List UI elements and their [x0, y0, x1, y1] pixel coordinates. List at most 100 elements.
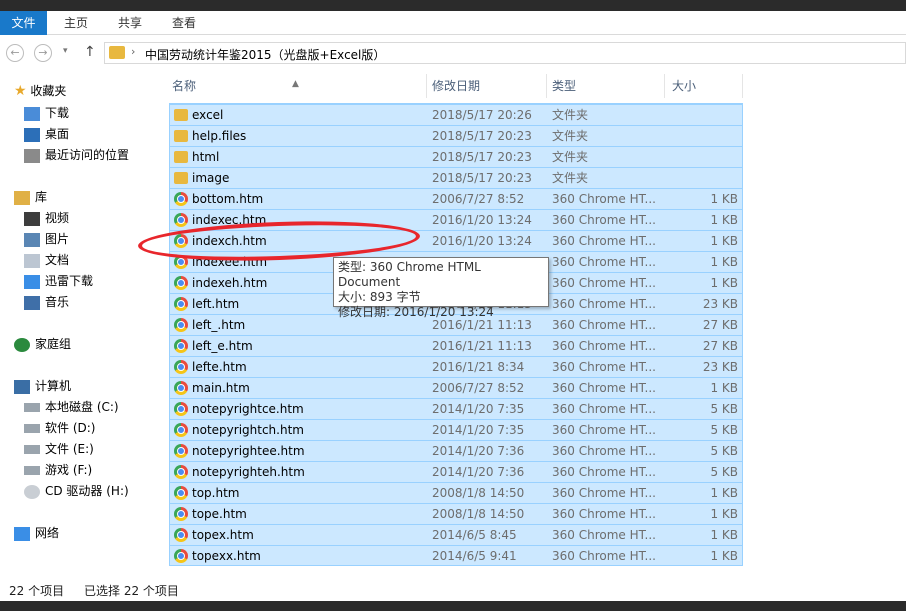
- file-name: tope.htm: [192, 507, 247, 521]
- nav-network-label: 网络: [35, 526, 60, 540]
- column-header-date[interactable]: 修改日期: [428, 72, 546, 100]
- file-name: excel: [192, 108, 224, 122]
- nav-drive-c[interactable]: 本地磁盘 (C:): [24, 397, 119, 418]
- file-date: 2018/5/17 20:23: [432, 150, 532, 164]
- file-size: [664, 147, 738, 167]
- file-row[interactable]: notepyrighteh.htm 2014/1/20 7:36 360 Chrom…: [170, 461, 742, 482]
- file-row[interactable]: left_e.htm 2016/1/21 11:13 360 Chrome HT..…: [170, 335, 742, 356]
- file-row[interactable]: bottom.htm 2006/7/27 8:52 360 Chrome HT...…: [170, 188, 742, 209]
- column-divider[interactable]: [742, 74, 743, 98]
- nav-drive-e-label: 文件 (E:): [45, 442, 94, 456]
- file-type: 360 Chrome HT...: [552, 339, 656, 353]
- nav-homegroup[interactable]: 家庭组: [14, 334, 71, 355]
- nav-drive-d[interactable]: 软件 (D:): [24, 418, 95, 439]
- address-bar[interactable]: › 中国劳动统计年鉴2015（光盘版+Excel版）: [104, 42, 906, 64]
- music-icon: [24, 295, 40, 310]
- file-row[interactable]: tope.htm 2008/1/8 14:50 360 Chrome HT... 1 …: [170, 503, 742, 524]
- file-size: 5 KB: [710, 444, 738, 458]
- file-name: notepyrightce.htm: [192, 402, 304, 416]
- breadcrumb-chevron-icon[interactable]: ›: [131, 45, 135, 58]
- tab-file[interactable]: 文件: [0, 11, 47, 35]
- selected-count: 已选择 22 个项目: [84, 584, 179, 598]
- tab-view[interactable]: 查看: [160, 11, 208, 35]
- file-size: 23 KB: [702, 297, 738, 311]
- nav-network[interactable]: 网络: [14, 523, 59, 544]
- file-date: 2014/1/20 7:36: [432, 444, 525, 458]
- file-size: [664, 126, 738, 146]
- file-name: help.files: [192, 129, 247, 143]
- chrome-html-icon: [174, 318, 188, 332]
- file-row[interactable]: image 2018/5/17 20:23 文件夹: [170, 167, 742, 188]
- file-size: 27 KB: [702, 318, 738, 332]
- column-header-name-label: 名称: [172, 79, 197, 93]
- file-size: 1 KB: [710, 381, 738, 395]
- drive-icon: [24, 445, 40, 454]
- file-size: 1 KB: [710, 507, 738, 521]
- chrome-html-icon: [174, 402, 188, 416]
- nav-music[interactable]: 音乐: [24, 292, 69, 313]
- chrome-html-icon: [174, 192, 188, 206]
- nav-drive-f[interactable]: 游戏 (F:): [24, 460, 92, 481]
- desktop-icon: [24, 127, 40, 142]
- document-icon: [24, 253, 40, 268]
- nav-favorites[interactable]: ★ 收藏夹: [14, 81, 66, 102]
- column-header-type[interactable]: 类型: [548, 72, 664, 100]
- file-date: 2014/1/20 7:35: [432, 423, 525, 437]
- forward-button[interactable]: →: [34, 44, 52, 62]
- chrome-html-icon: [174, 213, 188, 227]
- nav-desktop[interactable]: 桌面: [24, 124, 69, 145]
- breadcrumb-path[interactable]: 中国劳动统计年鉴2015（光盘版+Excel版）: [145, 46, 385, 63]
- file-type: 文件夹: [552, 129, 589, 143]
- file-row[interactable]: notepyrightch.htm 2014/1/20 7:35 360 Chrom…: [170, 419, 742, 440]
- taskbar-strip: [0, 601, 906, 611]
- chrome-html-icon: [174, 297, 188, 311]
- file-row[interactable]: topexx.htm 2014/6/5 9:41 360 Chrome HT... 1…: [170, 545, 742, 566]
- column-divider[interactable]: [426, 74, 427, 98]
- file-row[interactable]: notepyrightce.htm 2014/1/20 7:35 360 Chrom…: [170, 398, 742, 419]
- file-row[interactable]: main.htm 2006/7/27 8:52 360 Chrome HT... 1 …: [170, 377, 742, 398]
- nav-drive-h[interactable]: CD 驱动器 (H:): [24, 481, 129, 502]
- up-arrow-icon[interactable]: ↑: [84, 44, 96, 60]
- file-size: [664, 105, 738, 125]
- file-date: 2018/5/17 20:26: [432, 108, 532, 122]
- file-date: 2008/1/8 14:50: [432, 486, 525, 500]
- file-row[interactable]: help.files 2018/5/17 20:23 文件夹: [170, 125, 742, 146]
- file-type: 360 Chrome HT...: [552, 255, 656, 269]
- nav-libraries[interactable]: 库: [14, 187, 47, 208]
- nav-libraries-label: 库: [35, 190, 48, 204]
- column-divider[interactable]: [546, 74, 547, 98]
- file-date: 2016/1/21 8:34: [432, 360, 525, 374]
- column-divider[interactable]: [664, 74, 665, 98]
- column-header-size[interactable]: 大小: [668, 72, 742, 100]
- chrome-html-icon: [174, 465, 188, 479]
- file-row[interactable]: lefte.htm 2016/1/21 8:34 360 Chrome HT... 2…: [170, 356, 742, 377]
- file-name: notepyrightch.htm: [192, 423, 304, 437]
- tab-share[interactable]: 共享: [106, 11, 154, 35]
- folder-icon: [174, 172, 188, 184]
- file-size: 5 KB: [710, 465, 738, 479]
- file-size: 27 KB: [702, 339, 738, 353]
- tooltip-size: 大小: 893 字节: [338, 290, 421, 304]
- chrome-html-icon: [174, 549, 188, 563]
- file-type: 360 Chrome HT...: [552, 507, 656, 521]
- nav-documents[interactable]: 文档: [24, 250, 69, 271]
- nav-drive-e[interactable]: 文件 (E:): [24, 439, 94, 460]
- recent-locations-chevron-icon[interactable]: ▾: [63, 46, 68, 56]
- file-row[interactable]: notepyrightee.htm 2014/1/20 7:36 360 Chrom…: [170, 440, 742, 461]
- column-header-name[interactable]: 名称 ▲: [168, 72, 426, 100]
- nav-pictures[interactable]: 图片: [24, 229, 69, 250]
- nav-xunlei[interactable]: 迅雷下载: [24, 271, 93, 292]
- back-button[interactable]: ←: [6, 44, 24, 62]
- file-row[interactable]: top.htm 2008/1/8 14:50 360 Chrome HT... 1 K…: [170, 482, 742, 503]
- file-row[interactable]: topex.htm 2014/6/5 8:45 360 Chrome HT... 1 …: [170, 524, 742, 545]
- tab-home[interactable]: 主页: [52, 11, 100, 35]
- nav-recent[interactable]: 最近访问的位置: [24, 145, 129, 166]
- nav-computer[interactable]: 计算机: [14, 376, 71, 397]
- nav-videos[interactable]: 视频: [24, 208, 69, 229]
- file-date: 2008/1/8 14:50: [432, 507, 525, 521]
- file-name: notepyrightee.htm: [192, 444, 305, 458]
- file-row[interactable]: excel 2018/5/17 20:26 文件夹: [170, 104, 742, 125]
- file-row[interactable]: html 2018/5/17 20:23 文件夹: [170, 146, 742, 167]
- file-type: 文件夹: [552, 150, 589, 164]
- nav-downloads[interactable]: 下载: [24, 103, 69, 124]
